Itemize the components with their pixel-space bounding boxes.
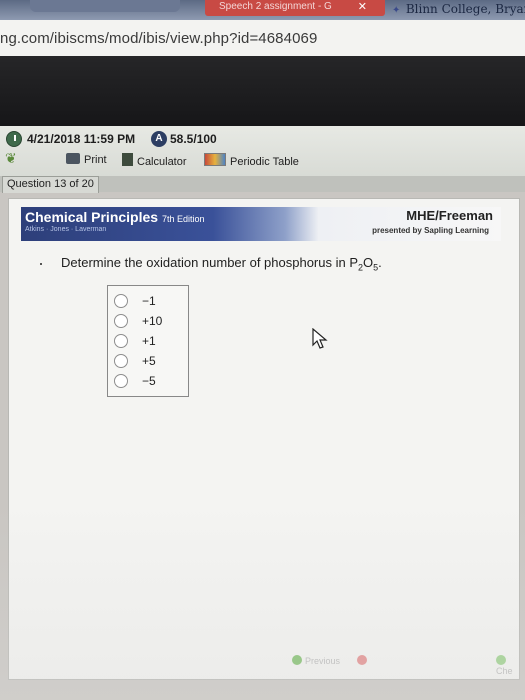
print-button[interactable]: Print [66, 153, 107, 166]
question-oxygen: O [363, 255, 374, 270]
answer-choices: −1 +10 +1 +5 −5 [107, 285, 189, 397]
leaf-icon: ❦ [5, 150, 17, 166]
periodic-table-icon [204, 153, 226, 166]
question-counter-tab[interactable]: Question 13 of 20 [2, 176, 99, 193]
radio-button[interactable] [114, 314, 128, 328]
star-icon: ✦ [392, 5, 401, 16]
printer-icon [66, 153, 80, 164]
radio-button[interactable] [114, 354, 128, 368]
check-answer-button[interactable]: Che [496, 655, 525, 676]
book-title-wrap: Chemical Principles 7th Edition [25, 209, 204, 225]
mouse-cursor-icon [312, 328, 328, 349]
question-prefix: Determine the oxidation number of phosph… [61, 255, 359, 270]
print-label: Print [84, 154, 107, 166]
browser-tab-blinn[interactable]: ✦ Blinn College, Bryan [392, 0, 525, 18]
choice-label: +10 [142, 314, 163, 328]
question-text: Determine the oxidation number of phosph… [61, 255, 382, 273]
clock-icon [6, 131, 22, 147]
periodic-table-button[interactable]: Periodic Table [204, 153, 299, 168]
radio-button[interactable] [114, 294, 128, 308]
publisher: MHE/Freeman [406, 208, 493, 223]
due-date: 4/21/2018 11:59 PM [27, 132, 136, 146]
choice-label: +5 [142, 354, 156, 368]
previous-button[interactable]: Previous [292, 655, 340, 666]
book-authors: Atkins · Jones · Laverman [25, 226, 107, 233]
choice-plus-1[interactable]: +1 [114, 332, 184, 350]
address-bar[interactable]: ng.com/ibiscms/mod/ibis/view.php?id=4684… [0, 20, 525, 57]
periodic-table-label: Periodic Table [230, 156, 299, 168]
browser-tab-active[interactable]: Speech 2 assignment - G ✕ [205, 0, 385, 16]
close-tab-icon[interactable]: ✕ [358, 0, 367, 14]
radio-button[interactable] [114, 374, 128, 388]
book-title: Chemical Principles [25, 209, 159, 225]
previous-label: Previous [305, 656, 341, 666]
url-text[interactable]: ng.com/ibiscms/mod/ibis/view.php?id=4684… [0, 30, 317, 47]
radio-button[interactable] [114, 334, 128, 348]
assignment-toolbar: 4/21/2018 11:59 PM A 58.5/100 ❦ Print Ca… [0, 126, 525, 177]
calculator-label: Calculator [137, 156, 187, 168]
question-panel: Chemical Principles 7th Edition Atkins ·… [8, 198, 520, 680]
textbook-banner: Chemical Principles 7th Edition Atkins ·… [21, 207, 501, 241]
choice-minus-1[interactable]: −1 [114, 292, 184, 310]
choice-label: −1 [142, 294, 156, 308]
browser-tab-bar: Speech 2 assignment - G ✕ ✦ Blinn Colleg… [0, 0, 525, 20]
choice-plus-5[interactable]: +5 [114, 352, 184, 370]
choice-plus-10[interactable]: +10 [114, 312, 184, 330]
score: 58.5/100 [170, 132, 217, 146]
presented-by: presented by Sapling Learning [372, 226, 489, 235]
book-edition: 7th Edition [161, 214, 205, 224]
check-icon [496, 655, 506, 665]
circle-icon [357, 655, 367, 665]
previous-icon [292, 655, 302, 665]
tab-title: Speech 2 assignment - G [219, 1, 332, 12]
choice-label: +1 [142, 334, 156, 348]
calculator-icon [122, 153, 133, 166]
tab-title: Blinn College, Bryan [405, 2, 525, 16]
decorative-dot [40, 263, 42, 265]
browser-tab-inactive[interactable] [30, 0, 180, 12]
calculator-button[interactable]: Calculator [122, 153, 187, 168]
question-tab-bar: Question 13 of 20 [0, 176, 525, 193]
choice-label: −5 [142, 374, 156, 388]
choice-minus-5[interactable]: −5 [114, 372, 184, 390]
grade-badge-icon: A [151, 131, 167, 147]
page-dark-header [0, 56, 525, 126]
check-label: Che [496, 666, 513, 676]
extra-nav-icon[interactable] [357, 655, 370, 666]
question-suffix: . [378, 255, 382, 270]
